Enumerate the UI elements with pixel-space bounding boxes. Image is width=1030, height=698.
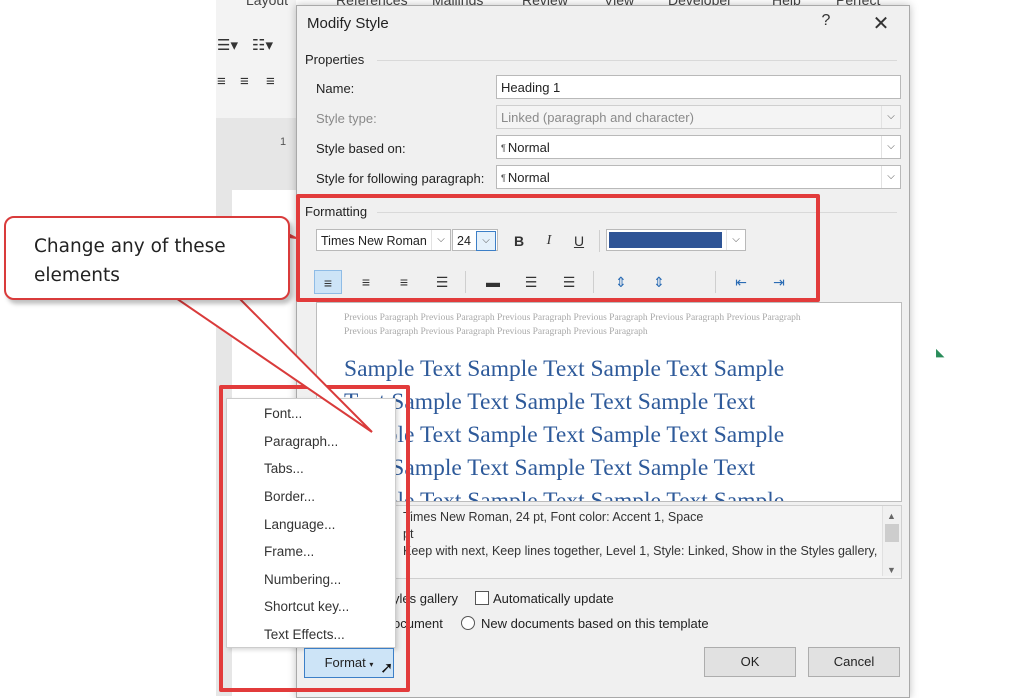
cursor-marker-icon: ◣ bbox=[936, 347, 945, 359]
callout-pointers bbox=[166, 227, 373, 433]
callout-line: elements bbox=[34, 265, 120, 286]
callout-box: Change any of these elements bbox=[4, 216, 290, 300]
callout-text: Change any of these elements bbox=[34, 232, 274, 290]
callout-pointer-menu bbox=[166, 293, 373, 433]
callout-line: Change any of these bbox=[34, 236, 226, 257]
